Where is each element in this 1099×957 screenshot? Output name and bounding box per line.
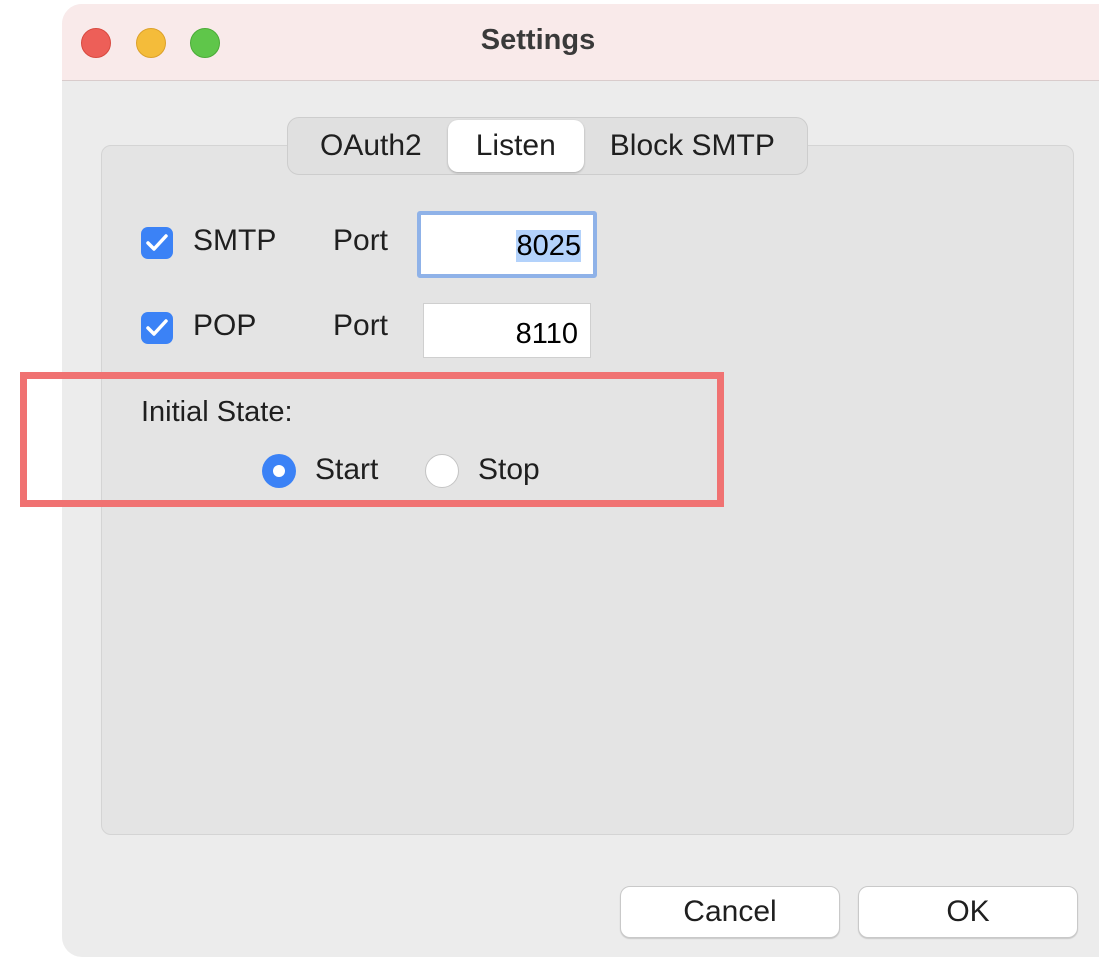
tab-block-smtp[interactable]: Block SMTP [584,120,801,172]
pop-label: POP [193,309,257,342]
window-title: Settings [480,24,596,56]
pop-port-input[interactable]: 8110 [423,303,591,358]
pop-checkbox[interactable] [141,312,173,344]
smtp-checkbox[interactable] [141,227,173,259]
initial-state-highlight-box [20,372,724,507]
checkmark-icon [146,234,168,251]
ok-button[interactable]: OK [858,886,1078,938]
pop-port-label: Port [333,309,389,342]
tab-oauth2[interactable]: OAuth2 [294,120,448,172]
smtp-port-label: Port [333,224,389,257]
cancel-button[interactable]: Cancel [620,886,840,938]
smtp-port-input[interactable]: 8025 [417,211,597,278]
tab-listen[interactable]: Listen [447,120,584,172]
tab-bar: OAuth2 Listen Block SMTP [287,117,808,175]
smtp-port-value: 8025 [516,230,581,262]
checkmark-icon [146,319,168,336]
title-bar: Settings [62,4,1099,81]
smtp-label: SMTP [193,224,277,257]
pop-port-value: 8110 [515,318,578,350]
